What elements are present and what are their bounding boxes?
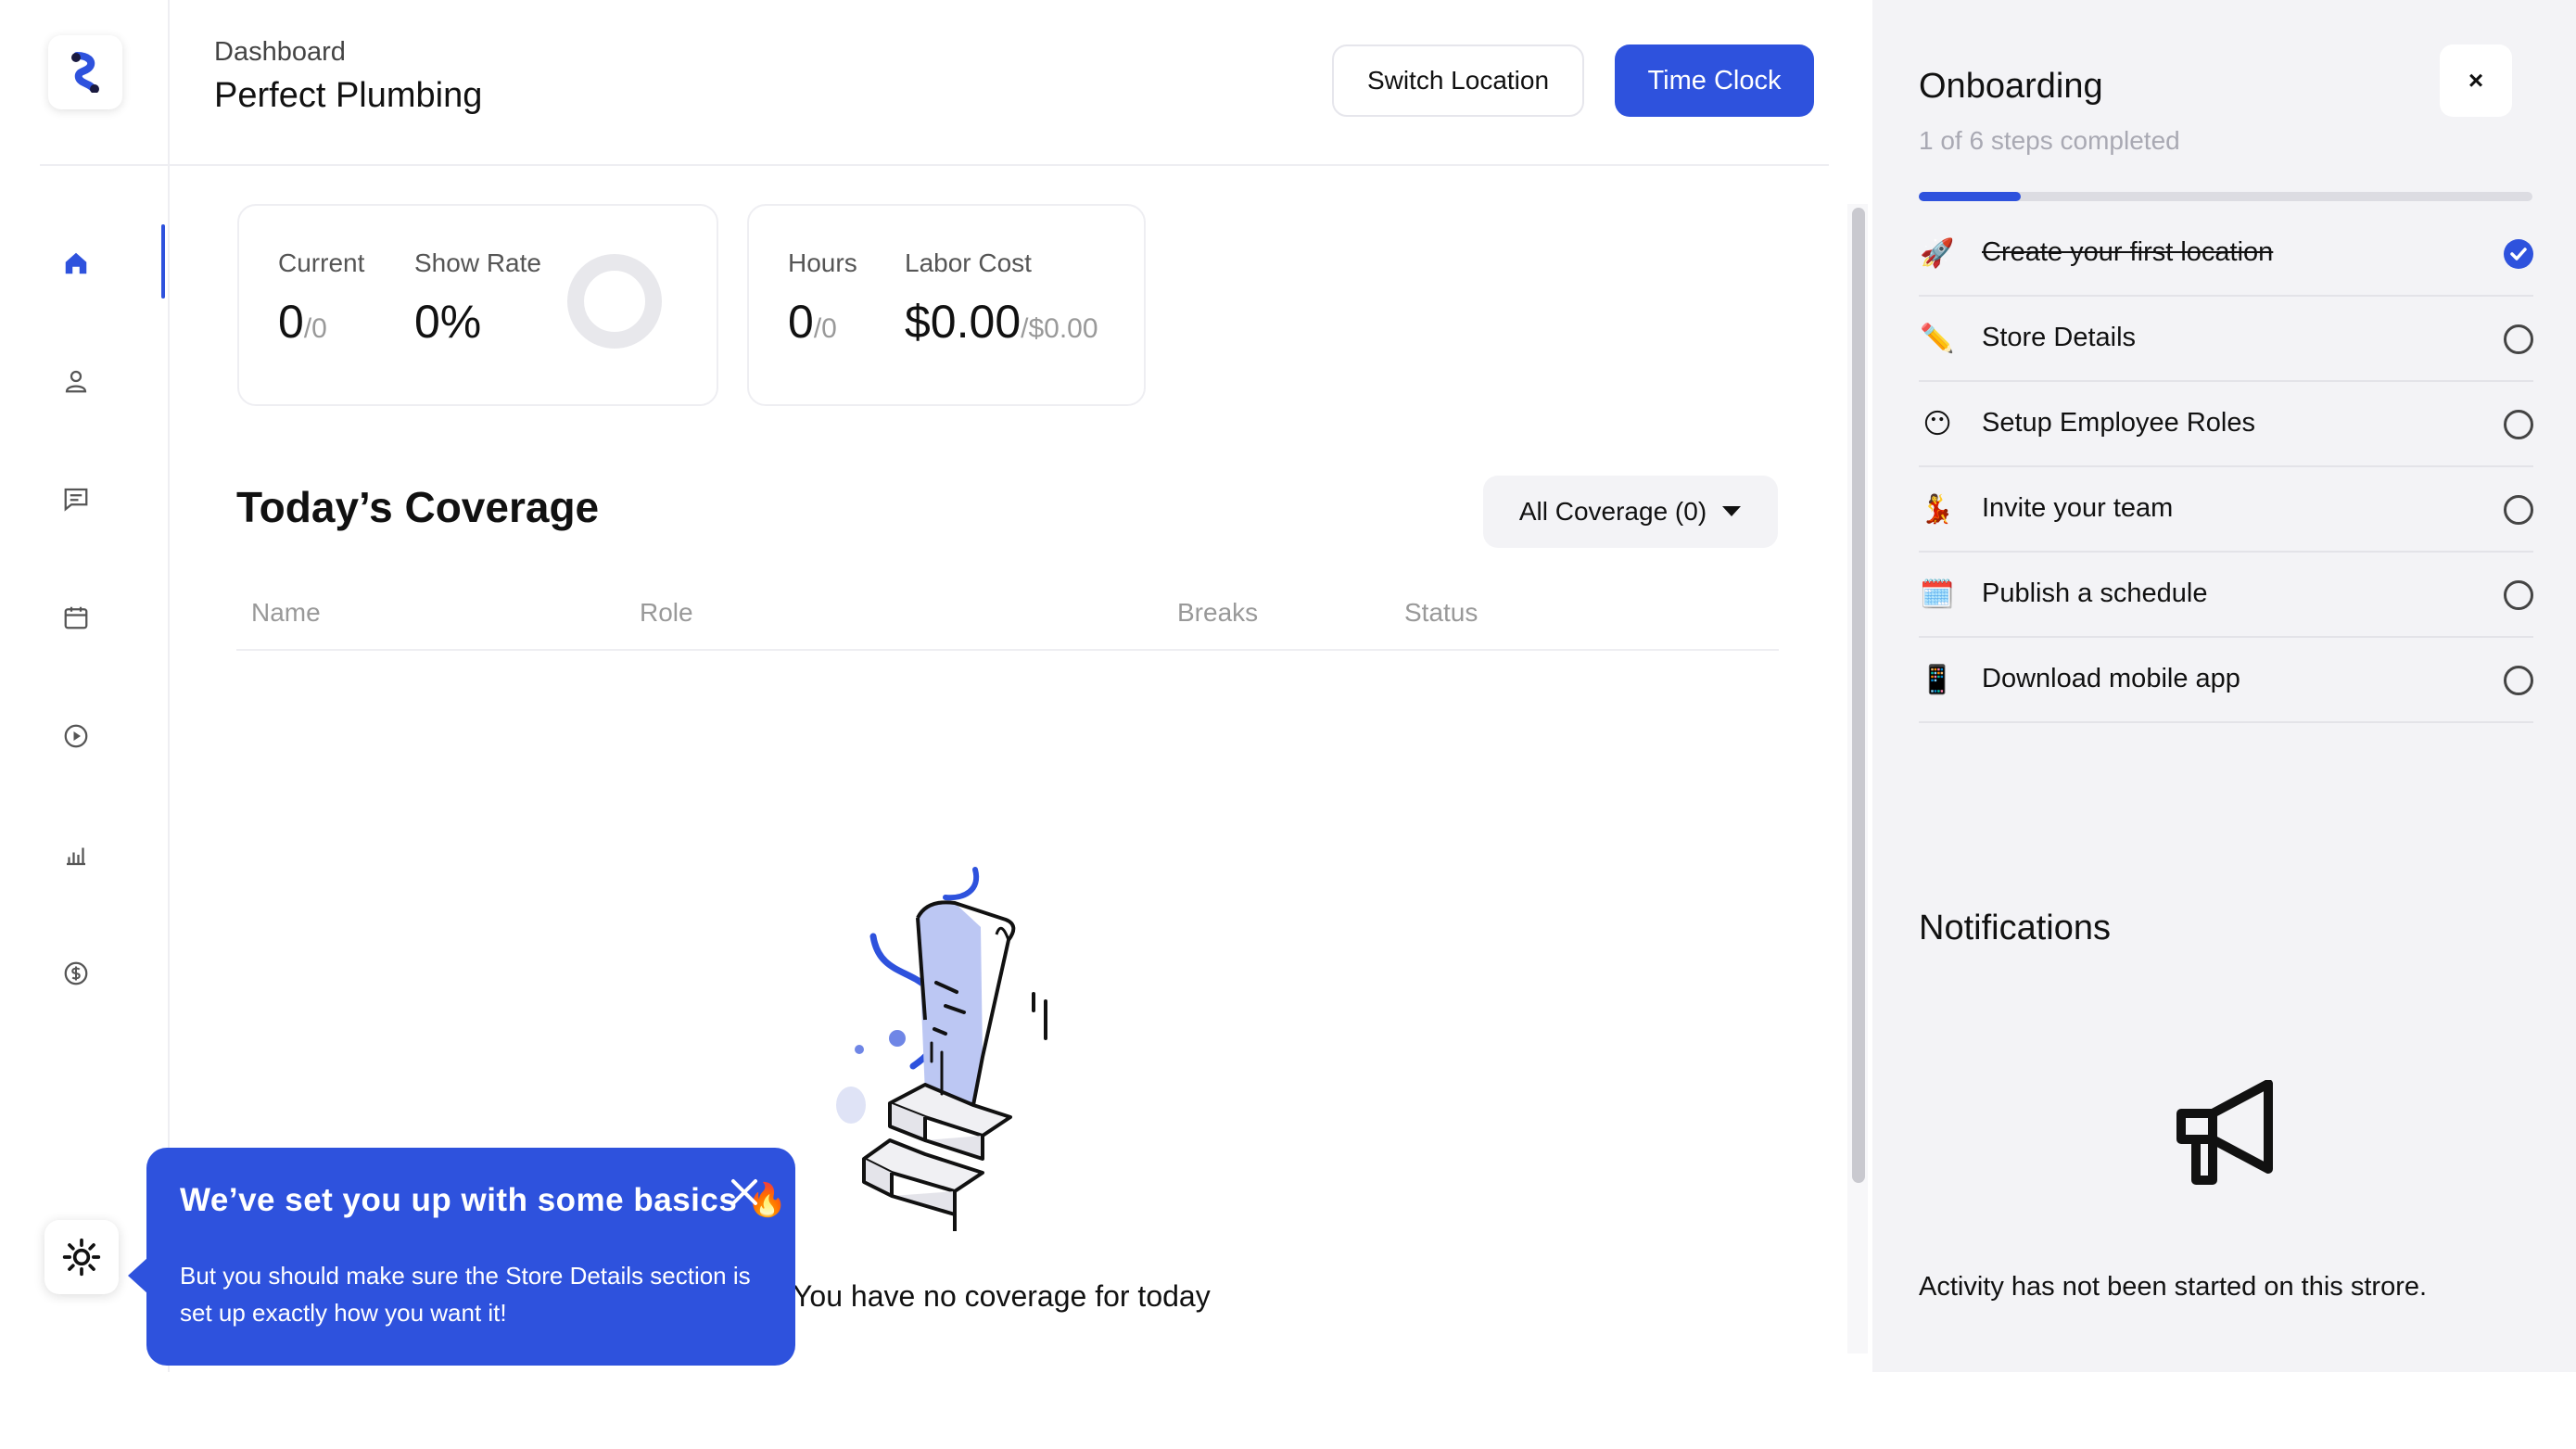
notifications-title: Notifications — [1919, 909, 2111, 947]
caret-down-icon — [1722, 506, 1742, 516]
megaphone-icon — [2176, 1080, 2273, 1185]
users-icon — [65, 370, 87, 393]
settings-button[interactable] — [44, 1220, 119, 1294]
column-name[interactable]: Name — [251, 598, 321, 628]
empty-circle-icon[interactable] — [2503, 579, 2534, 611]
onboarding-panel: Onboarding 1 of 6 steps completed × 🚀 Cre… — [1872, 0, 2576, 1372]
nav-team[interactable] — [59, 364, 93, 398]
nav-active-indicator — [161, 224, 165, 299]
hours-label: Hours — [788, 248, 857, 277]
nav-schedule[interactable] — [59, 601, 93, 634]
coverage-title: Today’s Coverage — [236, 483, 600, 531]
dollar-circle-icon — [64, 961, 88, 985]
onboarding-step[interactable]: ✏️ Store Details — [1919, 297, 2533, 382]
empty-state-illustration — [836, 867, 1047, 1231]
labor-card: Hours 0/0 Labor Cost $0.00/$0.00 — [747, 204, 1146, 406]
tooltip-close-icon[interactable] — [726, 1174, 763, 1211]
onboarding-progress-fill — [1919, 192, 2022, 201]
empty-coverage-message: You have no coverage for today — [793, 1279, 1211, 1313]
nav-payroll[interactable] — [59, 957, 93, 990]
labor-cost-label: Labor Cost — [905, 248, 1032, 277]
step-emoji-icon: 💃 — [1920, 493, 1955, 526]
empty-circle-icon[interactable] — [2503, 409, 2534, 440]
coverage-filter-label: All Coverage (0) — [1518, 497, 1707, 526]
empty-circle-icon[interactable] — [2503, 324, 2534, 355]
empty-circle-icon[interactable] — [2503, 494, 2534, 526]
step-emoji-icon: 🚀 — [1920, 237, 1955, 270]
labor-cost-value: $0.00/$0.00 — [905, 296, 1098, 348]
column-status[interactable]: Status — [1404, 598, 1478, 628]
switch-location-button[interactable]: Switch Location — [1332, 44, 1584, 117]
nav-reports[interactable] — [59, 838, 93, 871]
current-label: Current — [278, 248, 365, 277]
attendance-card: Current 0/0 Show Rate 0% — [237, 204, 718, 406]
step-emoji-icon: 😶 — [1922, 408, 1952, 440]
onboarding-step[interactable]: 😶 Setup Employee Roles — [1919, 382, 2533, 467]
time-clock-button[interactable]: Time Clock — [1615, 44, 1814, 117]
close-panel-button[interactable]: × — [2440, 44, 2512, 117]
play-circle-icon — [64, 724, 88, 748]
onboarding-step[interactable]: 📱 Download mobile app — [1919, 638, 2533, 723]
step-label: Store Details — [1982, 323, 2137, 352]
page-title: Perfect Plumbing — [214, 76, 483, 115]
column-role[interactable]: Role — [640, 598, 693, 628]
step-label: Download mobile app — [1982, 664, 2240, 693]
home-icon — [65, 252, 87, 274]
table-header-divider — [236, 649, 1779, 651]
current-value: 0/0 — [278, 296, 327, 348]
step-emoji-icon: 📱 — [1920, 664, 1955, 696]
header-divider — [40, 164, 1829, 166]
app-window: Dashboard Perfect Plumbing Switch Locati… — [0, 0, 2576, 1372]
step-label: Publish a schedule — [1982, 578, 2208, 608]
tooltip-arrow — [128, 1257, 148, 1294]
bar-chart-icon — [67, 847, 85, 866]
calendar-icon — [64, 606, 88, 629]
app-logo[interactable] — [48, 35, 122, 109]
onboarding-tooltip: We’ve set you up with some basics 🔥 But … — [146, 1148, 795, 1366]
nav-home[interactable] — [59, 247, 93, 280]
tooltip-body: But you should make sure the Store Detai… — [180, 1262, 751, 1327]
gear-icon — [62, 1238, 101, 1277]
onboarding-progress-bar — [1919, 192, 2532, 201]
onboarding-step[interactable]: 💃 Invite your team — [1919, 467, 2533, 553]
coverage-filter-dropdown[interactable]: All Coverage (0) — [1483, 476, 1778, 548]
step-label: Setup Employee Roles — [1982, 408, 2255, 438]
step-emoji-icon: 🗓️ — [1920, 578, 1955, 611]
breadcrumb: Dashboard — [214, 37, 346, 67]
step-label: Invite your team — [1982, 493, 2174, 523]
logo-icon — [71, 52, 99, 93]
chat-icon — [64, 488, 88, 512]
nav-messages[interactable] — [59, 482, 93, 515]
onboarding-progress-text: 1 of 6 steps completed — [1919, 126, 2180, 155]
onboarding-step[interactable]: 🗓️ Publish a schedule — [1919, 553, 2533, 638]
step-emoji-icon: ✏️ — [1920, 323, 1955, 355]
show-rate-label: Show Rate — [414, 248, 541, 277]
step-label: Create your first location — [1982, 237, 2274, 267]
check-circle-icon[interactable] — [2503, 238, 2534, 270]
nav-media[interactable] — [59, 719, 93, 753]
show-rate-donut — [567, 254, 662, 349]
main-scrollbar-thumb[interactable] — [1852, 208, 1865, 1183]
hours-value: 0/0 — [788, 296, 837, 348]
show-rate-value: 0% — [414, 296, 482, 348]
onboarding-title: Onboarding — [1919, 67, 2103, 106]
notifications-empty-message: Activity has not been started on this st… — [1919, 1272, 2428, 1302]
column-breaks[interactable]: Breaks — [1177, 598, 1258, 628]
empty-circle-icon[interactable] — [2503, 665, 2534, 696]
tooltip-title: We’ve set you up with some basics 🔥 — [180, 1182, 788, 1219]
onboarding-step[interactable]: 🚀 Create your first location — [1919, 211, 2533, 297]
